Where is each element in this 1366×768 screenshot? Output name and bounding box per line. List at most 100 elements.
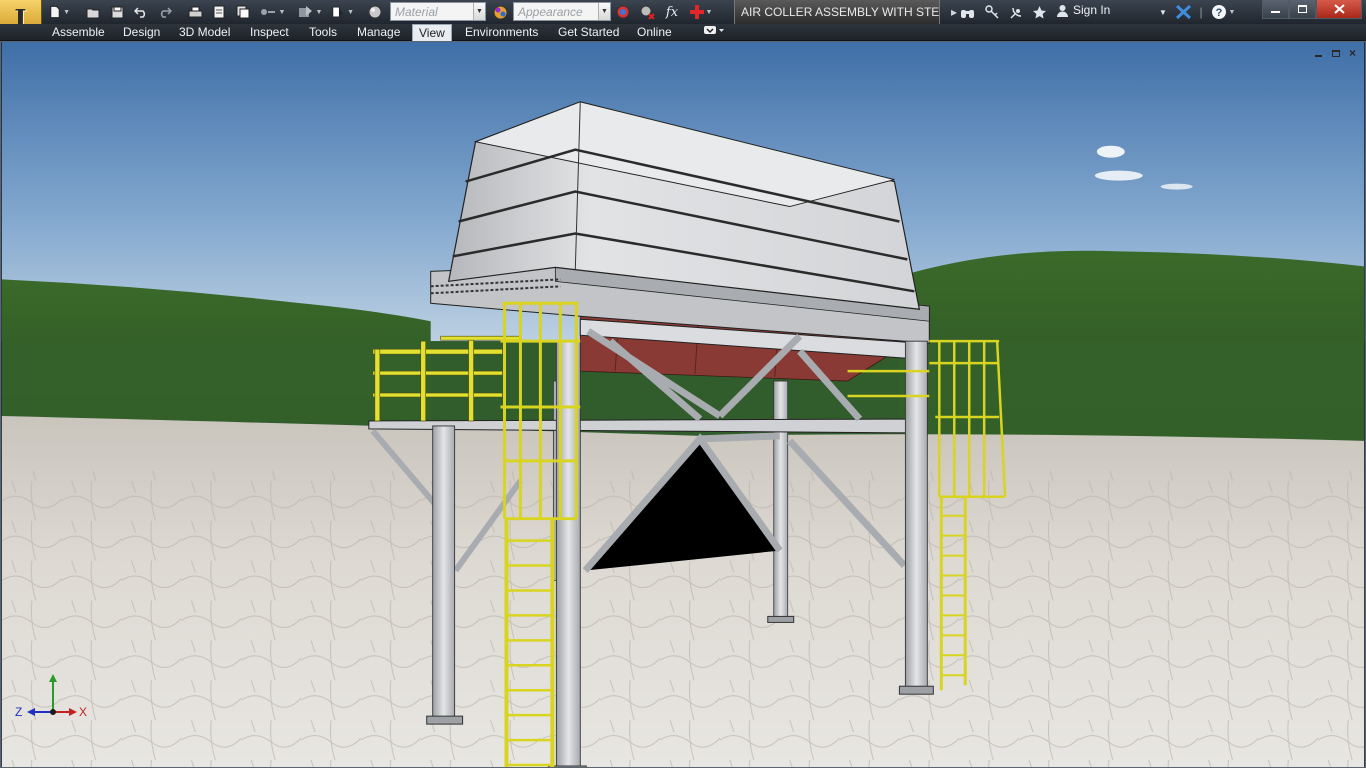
- iproperties-button[interactable]: [210, 2, 228, 22]
- undo-icon: [134, 7, 146, 18]
- redo-icon: [160, 7, 172, 18]
- separator: |: [1199, 5, 1203, 19]
- cloud: [1160, 183, 1193, 190]
- appearance-sphere-icon: [368, 5, 382, 19]
- tab-inspect[interactable]: Inspect: [244, 24, 295, 41]
- document-title: AIR COLLER ASSEMBLY WITH STEEL ...: [734, 0, 940, 24]
- ribbon-display-toggle[interactable]: [700, 24, 728, 41]
- z-axis-label: Z: [15, 705, 22, 719]
- steel-column: [432, 425, 456, 724]
- update-icon: [298, 6, 312, 17]
- viewport-close-button[interactable]: ×: [1349, 46, 1356, 60]
- customize-quick-access-icon: ▼: [705, 8, 713, 16]
- minimize-icon: [1271, 11, 1280, 13]
- return-button[interactable]: ▼: [258, 2, 286, 22]
- key-button[interactable]: [983, 2, 1001, 22]
- properties-icon: [213, 5, 225, 19]
- binoculars-icon: [960, 9, 974, 18]
- project-icon: [236, 5, 250, 19]
- appearance-dropdown[interactable]: Appearance ▼: [513, 2, 611, 21]
- autodesk-x-icon: [1175, 5, 1191, 19]
- overflow-icon: ▸: [950, 5, 958, 19]
- fx-icon: fx: [665, 4, 679, 20]
- restore-icon: [1298, 5, 1307, 13]
- star-icon: [1032, 6, 1046, 19]
- select-button[interactable]: ▼: [332, 2, 354, 22]
- tab-environments[interactable]: Environments: [459, 24, 544, 41]
- communication-center-button[interactable]: [1007, 2, 1025, 22]
- update-button[interactable]: ▼: [296, 2, 324, 22]
- base-plate: [426, 715, 464, 725]
- tab-online[interactable]: Online: [631, 24, 678, 41]
- new-file-icon: [50, 5, 60, 19]
- help-icon: ?: [1211, 5, 1226, 19]
- material-dropdown[interactable]: Material ▼: [390, 2, 486, 21]
- sign-in-label: Sign In: [1073, 3, 1111, 17]
- folder-open-icon: [86, 8, 99, 18]
- y-axis-arrow-icon: [49, 674, 57, 682]
- minimize-icon: [1315, 55, 1322, 57]
- model-scene: [1, 42, 1365, 767]
- viewport-restore-button[interactable]: [1332, 49, 1340, 60]
- x-axis-label: X: [79, 705, 87, 719]
- base-plate: [767, 615, 795, 623]
- cloud: [1094, 170, 1143, 181]
- measure-button[interactable]: ▼: [686, 2, 716, 22]
- red-cross-icon: [689, 5, 704, 19]
- select-icon: [332, 6, 344, 18]
- svg-text:?: ?: [1215, 7, 1222, 19]
- color-override-button[interactable]: [366, 2, 384, 22]
- new-file-button[interactable]: ▼: [48, 2, 70, 22]
- sign-in-dropdown[interactable]: ▼: [1158, 2, 1168, 22]
- minimize-button[interactable]: [1262, 0, 1289, 19]
- help-button[interactable]: ? ▼: [1208, 2, 1238, 22]
- project-button[interactable]: [234, 2, 252, 22]
- tab-view[interactable]: View: [412, 24, 452, 41]
- title-bar: I ▼ ▼ ▼ ▼ Material ▼ Appearance ▼ fx ▼ A…: [0, 0, 1366, 40]
- tab-assemble[interactable]: Assemble: [46, 24, 111, 41]
- ribbon-tab-bar: Assemble Design 3D Model Inspect Tools M…: [0, 24, 1366, 41]
- chevron-down-icon: ▼: [473, 3, 485, 20]
- steel-column: [904, 340, 928, 693]
- print-button[interactable]: [186, 2, 204, 22]
- return-icon: [260, 9, 275, 15]
- search-help-button[interactable]: [958, 2, 976, 22]
- fx-parameters-button[interactable]: fx: [662, 2, 682, 22]
- axis-triad[interactable]: Z X: [13, 670, 93, 722]
- ribbon-minimize-icon: [704, 26, 724, 34]
- exchange-apps-button[interactable]: [1174, 2, 1192, 22]
- viewport-minimize-button[interactable]: [1315, 49, 1322, 60]
- clear-appearance-icon: [640, 5, 655, 20]
- tab-design[interactable]: Design: [117, 24, 166, 41]
- key-icon: [984, 5, 999, 19]
- sign-in-button[interactable]: Sign In: [1056, 3, 1110, 17]
- save-button[interactable]: [108, 2, 126, 22]
- cloud: [1096, 145, 1125, 158]
- graphics-window[interactable]: × Z X: [0, 41, 1366, 768]
- open-button[interactable]: [84, 2, 102, 22]
- material-placeholder: Material: [395, 4, 438, 19]
- close-icon: ×: [1349, 46, 1357, 60]
- adjust-appearance-icon: [616, 5, 630, 18]
- appearance-browser-button[interactable]: [490, 2, 510, 22]
- chevron-down-icon: ▼: [598, 3, 610, 20]
- close-icon: [1333, 4, 1345, 14]
- tab-manage[interactable]: Manage: [351, 24, 406, 41]
- tab-tools[interactable]: Tools: [303, 24, 343, 41]
- save-icon: [111, 6, 123, 18]
- clear-appearance-button[interactable]: [638, 2, 658, 22]
- tab-get-started[interactable]: Get Started: [552, 24, 625, 41]
- z-axis-arrow-icon: [27, 708, 35, 716]
- maximize-button[interactable]: [1289, 0, 1316, 19]
- inventor-window: I ▼ ▼ ▼ ▼ Material ▼ Appearance ▼ fx ▼ A…: [0, 0, 1366, 768]
- favorites-button[interactable]: [1030, 2, 1048, 22]
- print-icon: [188, 6, 202, 17]
- adjust-appearance-button[interactable]: [614, 2, 634, 22]
- close-window-button[interactable]: [1316, 0, 1362, 19]
- triad-origin: [50, 709, 56, 715]
- undo-button[interactable]: [132, 2, 150, 22]
- redo-button[interactable]: [156, 2, 174, 22]
- satellite-icon: [1009, 7, 1021, 19]
- appearance-placeholder: Appearance: [518, 4, 583, 19]
- tab-3d-model[interactable]: 3D Model: [173, 24, 236, 41]
